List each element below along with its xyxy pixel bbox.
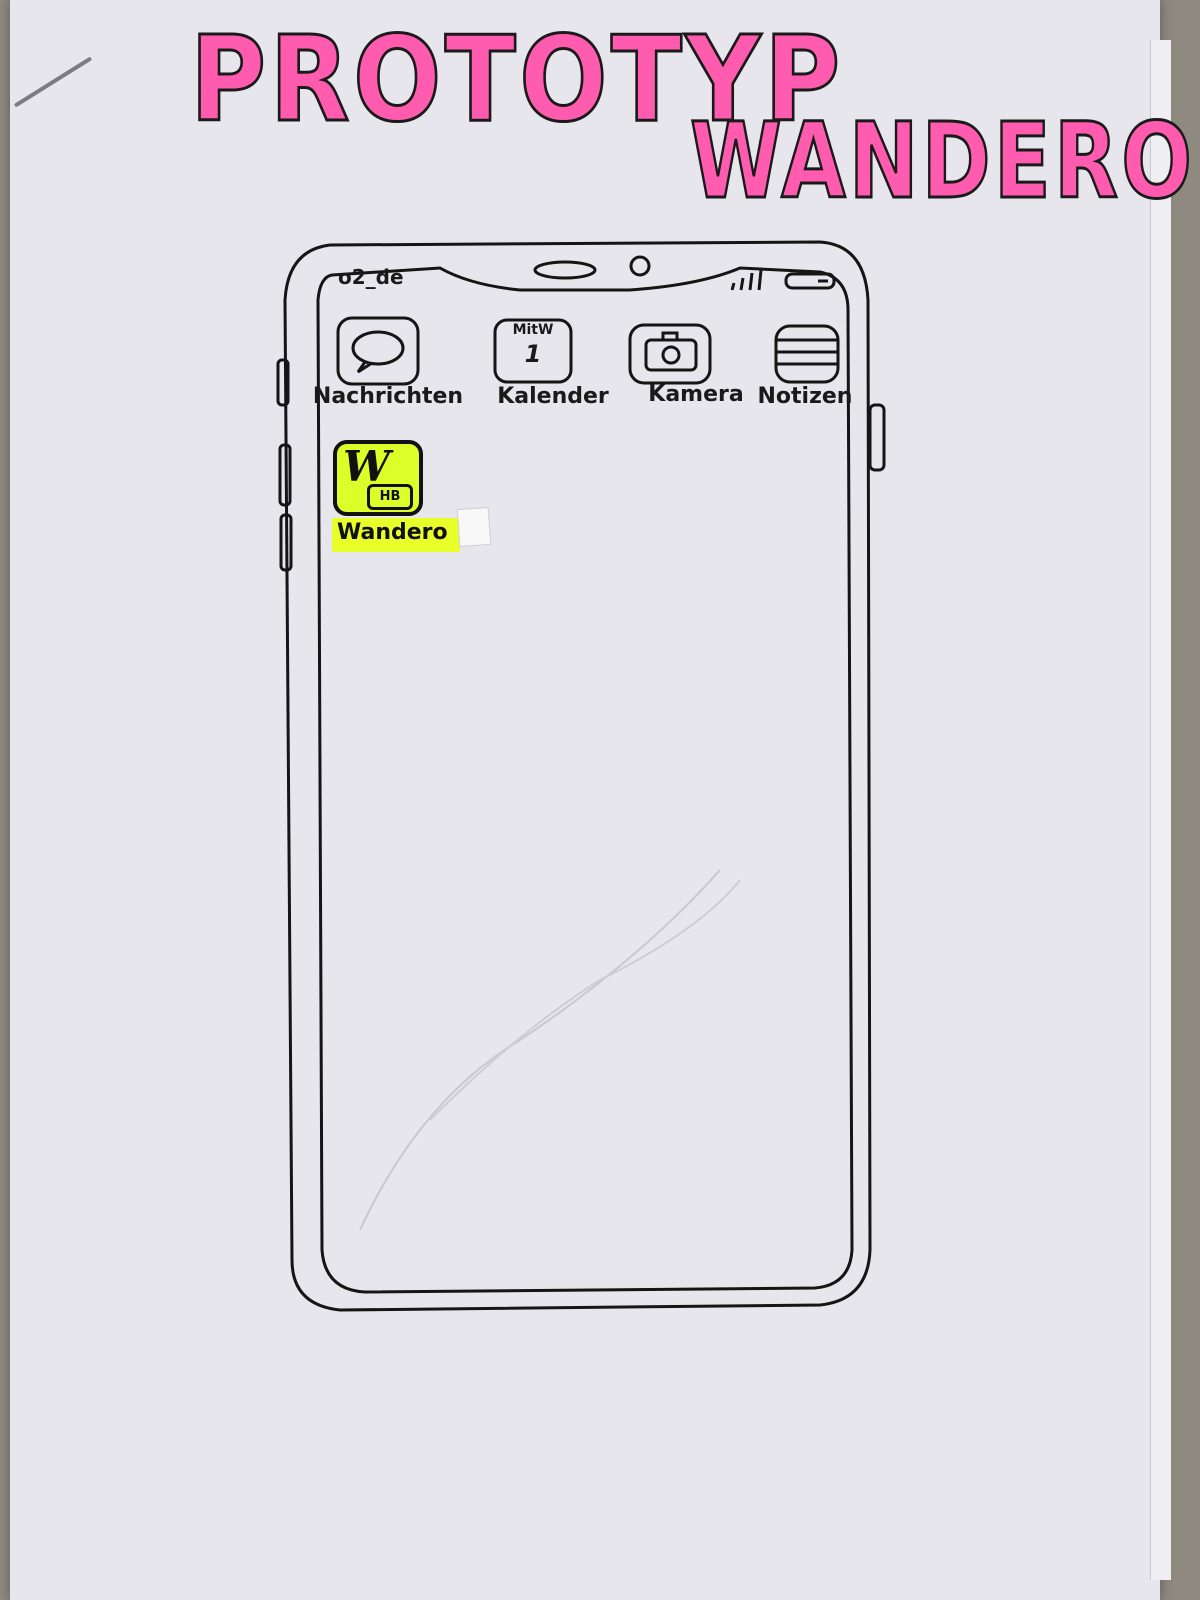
side-button-power [868,403,886,472]
notes-icon [774,324,840,384]
phone-screen-border [316,266,854,1294]
calendar-icon-date: 1 [524,340,542,368]
front-camera [629,255,651,277]
chat-bubble-icon [336,316,420,386]
wandero-logo-badge: HB [367,484,413,510]
calendar-icon-day: MitW [512,322,554,338]
side-button-mute [276,358,290,407]
phone-sketch [276,240,886,1312]
tape-piece [456,506,492,548]
signal-bars-icon [730,269,763,291]
camera-icon [628,323,712,385]
wandero-app-icon[interactable]: W HB [333,440,423,516]
app-label-notizen: Notizen [757,384,853,409]
speaker-grille [533,260,597,280]
pencil-trace [429,879,741,1121]
app-label-nachrichten: Nachrichten [312,384,464,409]
carrier-label: o2_de [338,265,404,289]
wandero-app-label[interactable]: Wandero [337,520,448,545]
pencil-trace [359,869,721,1231]
